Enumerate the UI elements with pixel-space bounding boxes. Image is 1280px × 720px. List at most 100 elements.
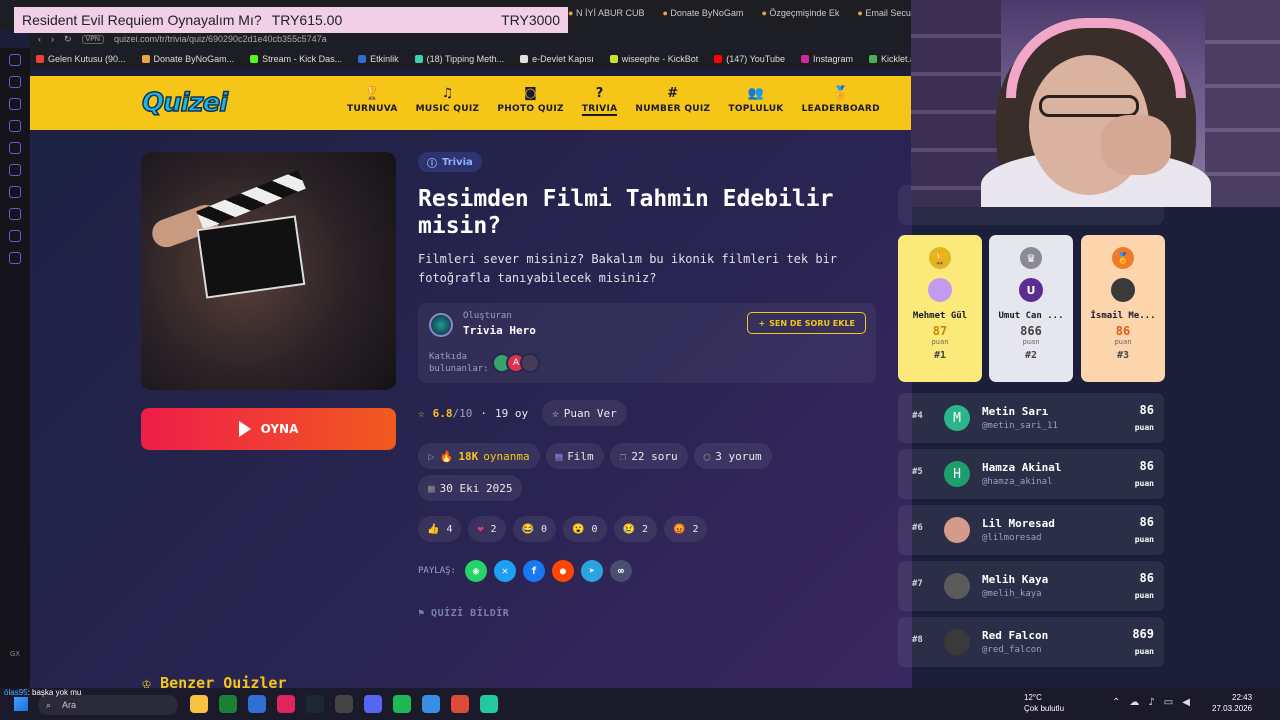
leaderboard-row[interactable]: #8 Red Falcon @red_falcon 869 puan — [898, 617, 1164, 667]
chrome-icon[interactable] — [451, 695, 469, 713]
podium-rank: #1 — [933, 350, 947, 361]
taskbar-clock[interactable]: 22:43 27.03.2026 — [1212, 692, 1252, 714]
xbox-icon[interactable] — [219, 695, 237, 713]
edge-icon[interactable] — [248, 695, 266, 713]
app-icon[interactable] — [480, 695, 498, 713]
nav-music-quiz[interactable]: ♫ MUSIC QUIZ — [407, 84, 489, 116]
podium-second[interactable]: ♛ U Umut Can ... 866 puan #2 — [989, 235, 1073, 382]
volume-icon[interactable]: ◀ — [1182, 697, 1190, 708]
add-question-button[interactable]: + SEN DE SORU EKLE — [747, 312, 866, 334]
vpn-badge[interactable]: VPN — [81, 34, 104, 44]
bookmark-kickbot[interactable]: wiseephe - KickBot — [609, 54, 698, 64]
nav-number-quiz[interactable]: # NUMBER QUIZ — [626, 84, 719, 116]
network-icon[interactable]: ▭ — [1164, 697, 1173, 708]
nav-trivia[interactable]: ? TRIVIA — [573, 84, 627, 116]
whatsapp-icon[interactable]: ◉ — [464, 560, 487, 582]
facebook-icon[interactable]: f — [522, 560, 545, 582]
users-icon: 👥 — [747, 86, 765, 101]
tab-4[interactable]: Email Secure — [857, 8, 919, 18]
row-handle: @metin_sari_11 — [982, 421, 1058, 431]
file-explorer-icon[interactable] — [190, 695, 208, 713]
play-button[interactable]: OYNA — [141, 408, 396, 450]
reaction-like[interactable]: 👍 4 — [418, 516, 462, 542]
forward-icon[interactable]: › — [51, 34, 54, 44]
spotify-icon[interactable] — [393, 695, 411, 713]
leaderboard-row[interactable]: #6 Lil Moresad @lilmoresad 86 puan — [898, 505, 1164, 555]
bookmark-youtube[interactable]: (147) YouTube — [714, 54, 785, 64]
reaction-wow[interactable]: 😮 0 — [563, 516, 607, 542]
genre-pill[interactable]: ▤ Film — [545, 443, 604, 469]
reaction-laugh[interactable]: 😂 0 — [512, 516, 557, 542]
row-handle: @melih_kaya — [982, 589, 1042, 599]
weather-widget[interactable]: 12°C Çok bulutlu — [1024, 692, 1064, 714]
bookmark-kick[interactable]: Stream - Kick Das... — [250, 54, 342, 64]
bookmark-tipping[interactable]: (18) Tipping Meth... — [414, 54, 505, 64]
bookmark-donate[interactable]: Donate ByNoGam... — [141, 54, 234, 64]
bookmark-edevlet[interactable]: e-Devlet Kapısı — [520, 54, 594, 64]
tab-3[interactable]: Özgeçmişinde Ek — [761, 8, 839, 18]
tab-1[interactable]: N İYİ ABUR CUB — [568, 8, 645, 18]
app-icon[interactable] — [422, 695, 440, 713]
gx-icon[interactable]: GX — [10, 650, 20, 658]
nav-topluluk[interactable]: 👥 TOPLULUK — [719, 84, 792, 116]
chevron-up-icon[interactable]: ⌃ — [1112, 697, 1120, 708]
reload-icon[interactable]: ↻ — [64, 34, 72, 45]
clock-icon[interactable] — [9, 208, 21, 220]
avatar — [944, 573, 970, 599]
player-icon[interactable] — [9, 186, 21, 198]
genre-label: Film — [567, 449, 594, 463]
leaderboard-row[interactable]: #7 Melih Kaya @melih_kaya 86 puan — [898, 561, 1164, 611]
bookmark-etkinlik[interactable]: Etkinlik — [358, 54, 399, 64]
podium-first[interactable]: 🏆 Mehmet Gül 87 puan #1 — [898, 235, 982, 382]
reaction-count: 0 — [591, 523, 598, 535]
rate-button[interactable]: ☆ Puan Ver — [542, 400, 627, 426]
obs-icon[interactable] — [335, 695, 353, 713]
creator-avatar[interactable] — [429, 313, 453, 337]
site-logo[interactable]: Quizei — [141, 87, 229, 119]
taskbar-search[interactable]: ⌕ Ara — [38, 695, 178, 715]
url-field[interactable]: quizei.com/tr/trivia/quiz/690290c2d1e40c… — [114, 34, 327, 44]
reaction-angry[interactable]: 😡 2 — [664, 516, 708, 542]
steam-icon[interactable] — [306, 695, 324, 713]
nav-photo-quiz[interactable]: ◙ PHOTO QUIZ — [488, 84, 573, 116]
podium-third[interactable]: 🏅 İsmail Me... 86 puan #3 — [1081, 235, 1165, 382]
row-name: Red Falcon — [982, 629, 1049, 642]
settings-icon[interactable] — [9, 252, 21, 264]
leaderboard-row[interactable]: #5 H Hamza Akinal @hamza_akinal 86 puan — [898, 449, 1164, 499]
angry-icon: 😡 — [673, 523, 686, 535]
extensions-icon[interactable] — [9, 230, 21, 242]
leaderboard-row[interactable]: #4 M Metin Sarı @metin_sari_11 86 puan — [898, 393, 1164, 443]
x-icon[interactable]: ✕ — [493, 560, 516, 582]
main-nav: 🏆 TURNUVA ♫ MUSIC QUIZ ◙ PHOTO QUIZ ? TRIVIA… — [338, 84, 889, 116]
messenger-icon[interactable] — [9, 76, 21, 88]
creator-name[interactable]: Trivia Hero — [463, 324, 536, 337]
tab-2[interactable]: Donate ByNoGam — [662, 8, 743, 18]
bookmark-label: (18) Tipping Meth... — [426, 54, 505, 64]
bookmark-instagram[interactable]: Instagram — [800, 54, 853, 64]
back-icon[interactable]: ‹ — [38, 34, 41, 44]
comments-pill[interactable]: ◯ 3 yorum — [693, 443, 772, 469]
play-label: OYNA — [260, 422, 299, 436]
home-icon[interactable] — [9, 54, 21, 66]
nav-turnuva[interactable]: 🏆 TURNUVA — [338, 84, 407, 116]
mic-icon[interactable]: ♪ — [1148, 697, 1154, 708]
trophy-icon: 🏆 — [364, 86, 381, 101]
music-sidebar-icon[interactable] — [9, 142, 21, 154]
cloud-icon[interactable]: ☁ — [1129, 697, 1139, 708]
telegram-icon[interactable]: ➤ — [580, 560, 603, 582]
contributor-avatar[interactable] — [520, 353, 540, 373]
nav-leaderboard[interactable]: 🏅 LEADERBOARD — [793, 84, 889, 116]
windows-start-icon[interactable] — [14, 697, 28, 711]
category-badge[interactable]: ⓘ Trivia — [418, 152, 482, 172]
bookmark-gmail[interactable]: Gelen Kutusu (90... — [36, 54, 126, 64]
reaction-sad[interactable]: 😢 2 — [613, 516, 657, 542]
report-quiz-link[interactable]: ⚑ QUİZİ BİLDİR — [418, 608, 509, 619]
discord-icon[interactable] — [364, 695, 382, 713]
opera-gx-icon[interactable] — [277, 695, 295, 713]
games-icon[interactable] — [9, 120, 21, 132]
reddit-icon[interactable]: ● — [551, 560, 574, 582]
twitch-icon[interactable] — [9, 164, 21, 176]
history-icon[interactable] — [9, 98, 21, 110]
link-icon[interactable]: ∞ — [609, 560, 632, 582]
reaction-love[interactable]: ❤ 2 — [468, 516, 506, 542]
